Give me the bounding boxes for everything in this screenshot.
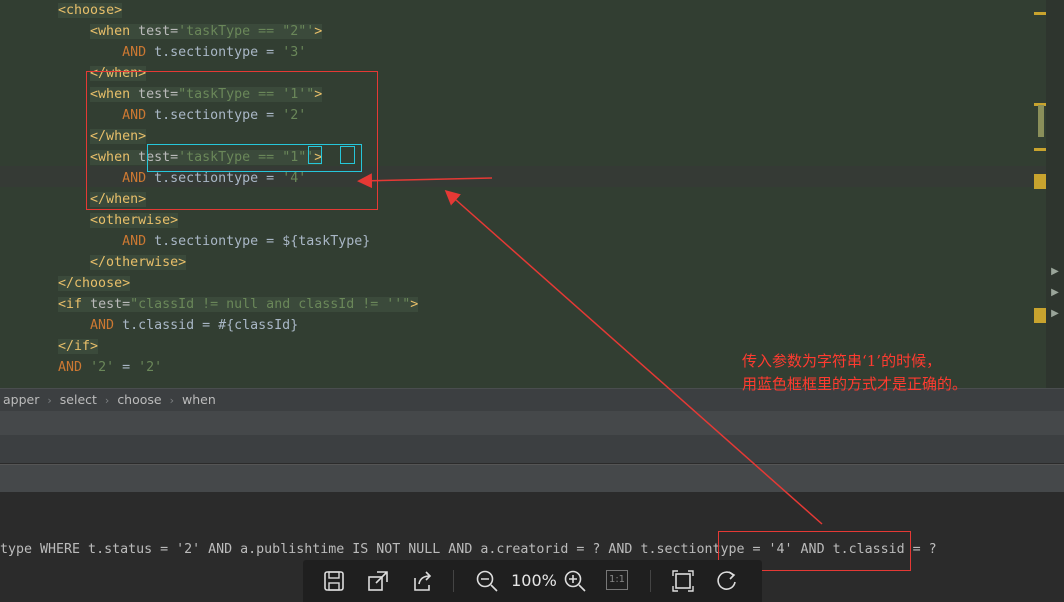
annotation-line: 传入参数为字符串‘1’的时候， <box>742 352 942 370</box>
annotation-line: 用蓝色框框里的方式才是正确的。 <box>742 375 968 393</box>
image-viewer-toolbar: 100% 1:1 <box>303 560 762 602</box>
annotation-arrows <box>357 173 823 525</box>
share-icon[interactable] <box>409 568 435 594</box>
toolbar-divider <box>650 570 651 592</box>
actual-size-button[interactable]: 1:1 <box>606 570 628 590</box>
zoom-level: 100% <box>511 571 557 590</box>
fit-screen-icon[interactable] <box>670 568 696 594</box>
toolbar-divider <box>453 570 454 592</box>
open-external-icon[interactable] <box>365 568 391 594</box>
save-icon[interactable] <box>321 568 347 594</box>
arrow-to-line <box>357 173 493 189</box>
zoom-in-icon[interactable] <box>562 568 588 594</box>
annotation-note: 传入参数为字符串‘1’的时候， 用蓝色框框里的方式才是正确的。 <box>742 350 1052 396</box>
zoom-out-icon[interactable] <box>474 568 500 594</box>
rotate-icon[interactable] <box>714 568 740 594</box>
